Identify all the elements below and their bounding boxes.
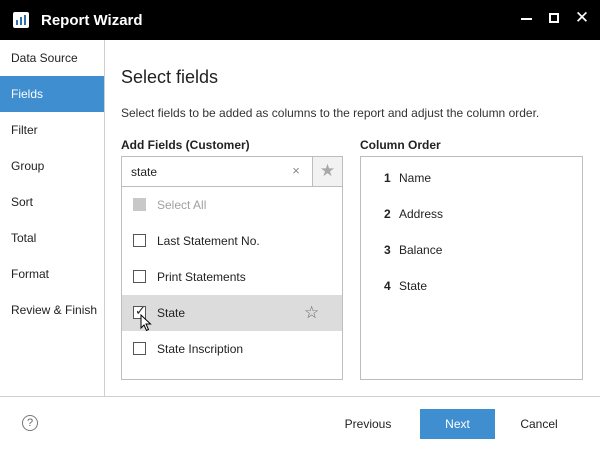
sidebar-item-data-source[interactable]: Data Source	[0, 40, 104, 76]
sidebar-item-filter[interactable]: Filter	[0, 112, 104, 148]
field-search-row: × ★	[122, 157, 342, 187]
column-order-number: 3	[384, 243, 391, 257]
column-order-item[interactable]: 3 Balance	[361, 229, 582, 265]
minimize-button[interactable]	[512, 6, 540, 32]
list-item[interactable]: Print Statements	[122, 259, 342, 295]
wizard-footer: ? Previous Next Cancel	[0, 396, 600, 450]
sidebar-item-review-finish[interactable]: Review & Finish	[0, 292, 104, 328]
window-title: Report Wizard	[41, 12, 143, 29]
list-item[interactable]: State Inscription	[122, 331, 342, 367]
mouse-cursor-icon	[140, 314, 152, 332]
star-filled-icon: ★	[319, 161, 336, 180]
field-label: Print Statements	[157, 270, 246, 284]
field-label: State Inscription	[157, 342, 244, 356]
field-label: State	[157, 306, 186, 320]
column-order-number: 2	[384, 207, 391, 221]
sidebar-item-group[interactable]: Group	[0, 148, 104, 184]
add-fields-label: Add Fields (Customer)	[121, 138, 250, 152]
sidebar-item-format[interactable]: Format	[0, 256, 104, 292]
column-order-number: 1	[384, 171, 391, 185]
column-order-item[interactable]: 4 State	[361, 265, 582, 301]
wizard-steps-sidebar: Data Source Fields Filter Group Sort Tot…	[0, 40, 105, 396]
select-all-checkbox[interactable]	[133, 198, 146, 211]
column-order-item[interactable]: 2 Address	[361, 193, 582, 229]
column-order-list: 1 Name 2 Address 3 Balance 4 State	[360, 156, 583, 380]
page-description: Select fields to be added as columns to …	[121, 106, 540, 120]
sidebar-item-total[interactable]: Total	[0, 220, 104, 256]
field-label: Last Statement No.	[157, 234, 260, 248]
field-search-input[interactable]	[122, 157, 312, 186]
cancel-button[interactable]: Cancel	[509, 409, 569, 439]
close-button[interactable]: ✕	[568, 6, 596, 32]
maximize-button[interactable]	[540, 6, 568, 32]
main-content: Select fields Select fields to be added …	[105, 40, 600, 396]
column-order-name: Name	[399, 171, 432, 185]
sidebar-item-sort[interactable]: Sort	[0, 184, 104, 220]
help-icon[interactable]: ?	[22, 415, 38, 431]
select-all-row[interactable]: Select All	[122, 187, 342, 223]
list-item-selected[interactable]: ✓ State ☆	[122, 295, 342, 332]
previous-button[interactable]: Previous	[334, 409, 402, 439]
star-outline-icon[interactable]: ☆	[304, 303, 319, 323]
field-checkbox[interactable]	[133, 342, 146, 355]
clear-search-icon[interactable]: ×	[288, 163, 304, 179]
sidebar-item-fields[interactable]: Fields	[0, 76, 104, 112]
title-bar: Report Wizard ✕	[0, 0, 600, 40]
list-item[interactable]: Last Statement No.	[122, 223, 342, 259]
favorites-filter-button[interactable]: ★	[312, 157, 342, 186]
column-order-name: State	[399, 279, 428, 293]
next-button[interactable]: Next	[420, 409, 495, 439]
column-order-name: Address	[399, 207, 444, 221]
fields-list: × ★ Select All Last Statement No. Print …	[121, 156, 343, 380]
column-order-label: Column Order	[360, 138, 441, 152]
close-icon: ✕	[574, 8, 590, 27]
field-checkbox[interactable]	[133, 270, 146, 283]
report-chart-icon	[13, 12, 29, 28]
column-order-item[interactable]: 1 Name	[361, 157, 582, 193]
column-order-number: 4	[384, 279, 391, 293]
column-order-name: Balance	[399, 243, 443, 257]
field-checkbox[interactable]	[133, 234, 146, 247]
maximize-icon	[549, 13, 559, 23]
select-all-label: Select All	[157, 198, 207, 212]
page-title: Select fields	[121, 67, 219, 87]
minimize-icon	[520, 18, 532, 20]
